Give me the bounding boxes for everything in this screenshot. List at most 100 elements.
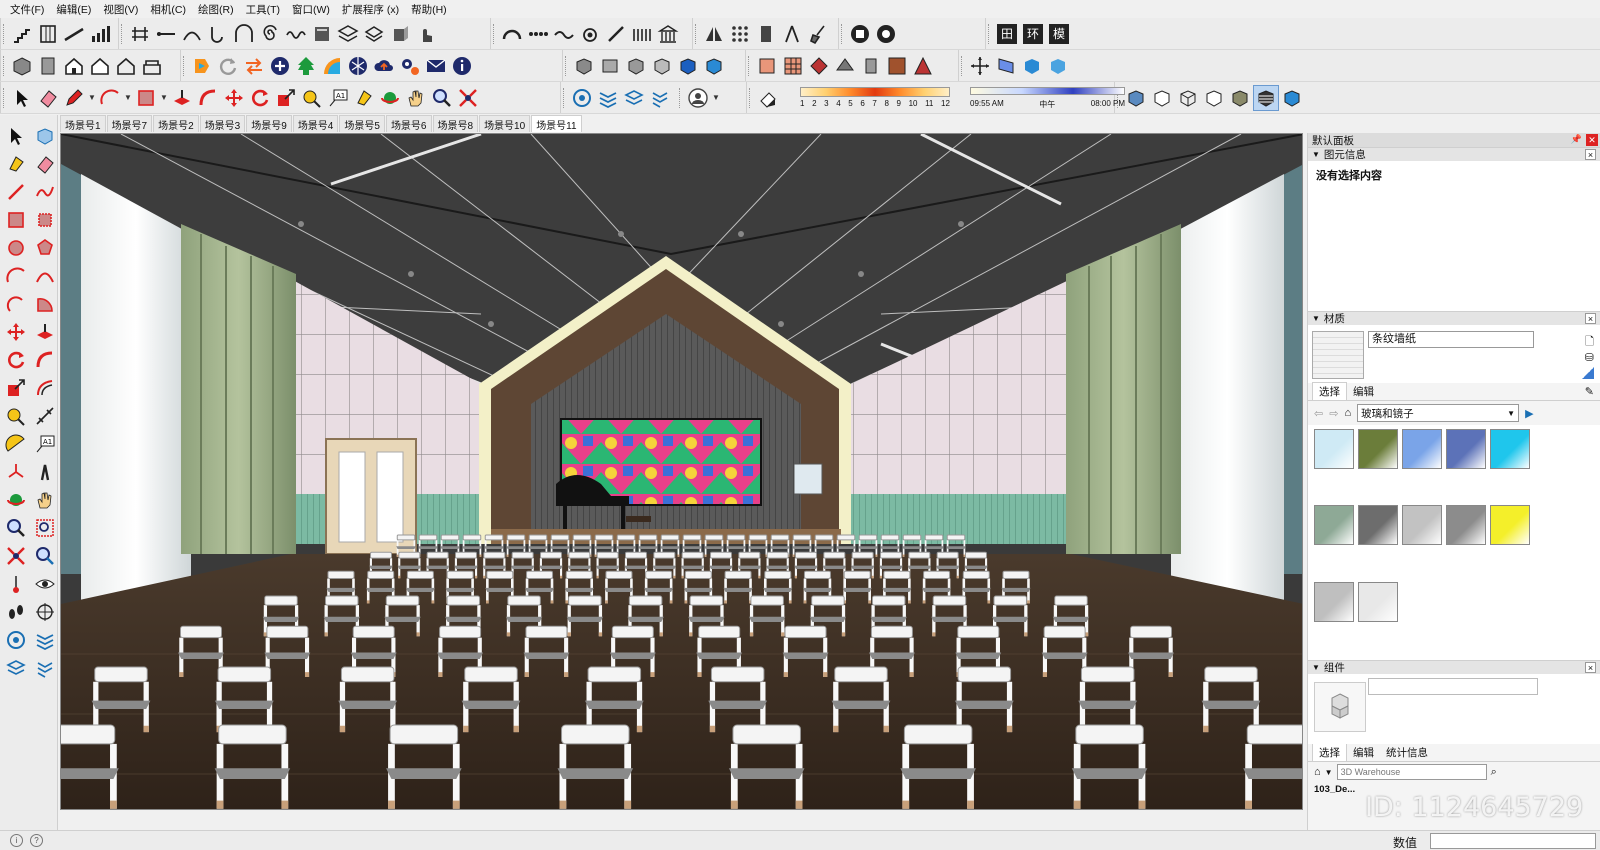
warehouse-icon[interactable] (2, 627, 29, 653)
plugin-round-icon-1[interactable] (847, 21, 873, 47)
book-icon[interactable] (309, 21, 335, 47)
search-icon[interactable]: ⌕ (1491, 766, 1497, 779)
tab-edit[interactable]: 编辑 (1347, 383, 1380, 400)
sample-paint-icon[interactable] (1582, 367, 1594, 379)
shaded-icon[interactable] (1227, 85, 1253, 111)
texture-icon-6[interactable] (884, 53, 910, 79)
compass-icon[interactable] (779, 21, 805, 47)
paint-default-icon[interactable]: ⛁ (1585, 351, 1594, 364)
share-model-icon[interactable] (2, 655, 29, 681)
share-component-icon[interactable] (647, 85, 673, 111)
materials-header[interactable]: ▼ 材质 × (1308, 311, 1600, 325)
hidden-line-icon[interactable] (1201, 85, 1227, 111)
beam-icon[interactable] (127, 21, 153, 47)
protractor-icon[interactable] (2, 431, 29, 457)
colorful-plugin-icon[interactable] (189, 53, 215, 79)
scene-tab[interactable]: 场景号4 (292, 115, 339, 132)
texture-icon-3[interactable] (806, 53, 832, 79)
line-icon[interactable] (2, 179, 29, 205)
home-left-icon[interactable] (139, 53, 165, 79)
bar-graph-icon[interactable] (87, 21, 113, 47)
pencil-icon[interactable] (61, 85, 87, 111)
tab-select[interactable]: 选择 (1312, 382, 1347, 400)
share-model-icon[interactable] (621, 85, 647, 111)
paint-bucket-icon[interactable] (2, 151, 29, 177)
circle-icon[interactable] (2, 235, 29, 261)
warehouse-icon[interactable] (569, 85, 595, 111)
eyedropper-icon[interactable]: ✎ (1585, 385, 1594, 398)
spiral-icon[interactable] (257, 21, 283, 47)
material-swatch[interactable] (1490, 429, 1530, 469)
plugin-round-icon-2[interactable] (873, 21, 899, 47)
round-arc-icon[interactable] (499, 21, 525, 47)
tab-statistics[interactable]: 统计信息 (1380, 744, 1434, 761)
material-swatch[interactable] (1358, 429, 1398, 469)
mirror-icon[interactable] (701, 21, 727, 47)
move-icon[interactable] (221, 85, 247, 111)
back-edges-icon[interactable] (1149, 85, 1175, 111)
arrows-swap-icon[interactable] (241, 53, 267, 79)
paint-bucket-icon[interactable] (754, 53, 780, 79)
box-view-icon-5[interactable] (675, 53, 701, 79)
curve-icon[interactable] (179, 21, 205, 47)
zoom-extents-icon[interactable] (455, 85, 481, 111)
zoom-window-icon[interactable] (31, 515, 58, 541)
previous-view-icon[interactable] (31, 543, 58, 569)
wireframe-icon[interactable] (1175, 85, 1201, 111)
model-viewport[interactable] (60, 133, 1303, 810)
menu-extensions[interactable]: 扩展程序 (x) (336, 2, 405, 17)
close-panel-icon[interactable]: × (1585, 149, 1596, 160)
arch-icon[interactable] (231, 21, 257, 47)
texture-icon-4[interactable] (832, 53, 858, 79)
extrude-icon[interactable] (387, 21, 413, 47)
grid-dots-icon[interactable] (727, 21, 753, 47)
cube-blue-icon-2[interactable] (1045, 53, 1071, 79)
menu-edit[interactable]: 编辑(E) (50, 2, 97, 17)
ramp-icon[interactable] (61, 21, 87, 47)
material-swatch[interactable] (1314, 505, 1354, 546)
current-material-swatch[interactable] (1312, 331, 1364, 379)
comb-icon[interactable] (629, 21, 655, 47)
mail-icon[interactable] (423, 53, 449, 79)
arc-tool-icon[interactable] (97, 85, 123, 111)
select-arrow-icon[interactable] (9, 85, 35, 111)
tilde-icon[interactable] (551, 21, 577, 47)
arc-dropdown-icon[interactable]: ▼ (123, 85, 133, 111)
scene-tab[interactable]: 场景号1 (60, 115, 106, 132)
position-camera-icon[interactable] (2, 571, 29, 597)
scale-icon[interactable] (273, 85, 299, 111)
orbit-icon[interactable] (377, 85, 403, 111)
cloud-upload-icon[interactable] (371, 53, 397, 79)
rotate-icon[interactable] (247, 85, 273, 111)
menu-camera[interactable]: 相机(C) (144, 2, 192, 17)
menu-window[interactable]: 窗口(W) (286, 2, 336, 17)
components-header[interactable]: ▼ 组件 × (1308, 660, 1600, 674)
orbit-icon[interactable] (2, 487, 29, 513)
wave-icon[interactable] (283, 21, 309, 47)
tab-select[interactable]: 选择 (1312, 743, 1347, 761)
tree-icon[interactable] (293, 53, 319, 79)
paint-icon[interactable] (351, 85, 377, 111)
rectangle-icon[interactable] (2, 207, 29, 233)
offset-icon[interactable] (31, 375, 58, 401)
create-material-icon[interactable]: 🗋 (1585, 333, 1594, 352)
details-arrow-icon[interactable]: ▶ (1525, 407, 1533, 420)
layers-icon[interactable] (335, 21, 361, 47)
scene-tab[interactable]: 场景号8 (432, 115, 479, 132)
broom-icon[interactable] (805, 21, 831, 47)
menu-view[interactable]: 视图(V) (97, 2, 144, 17)
zoom-icon[interactable] (429, 85, 455, 111)
walk-icon[interactable] (2, 599, 29, 625)
section-plane-icon[interactable] (31, 599, 58, 625)
hand-pointer-icon[interactable] (413, 21, 439, 47)
month-slider[interactable] (800, 87, 950, 97)
profile-dropdown-icon[interactable]: ▼ (711, 85, 721, 111)
axes-icon[interactable] (967, 53, 993, 79)
3d-text-icon[interactable] (31, 459, 58, 485)
home-icon[interactable]: ⌂ (1314, 766, 1321, 778)
material-swatch[interactable] (1446, 505, 1486, 546)
profile-icon[interactable] (685, 85, 711, 111)
menu-file[interactable]: 文件(F) (4, 2, 50, 17)
box-view-icon-4[interactable] (649, 53, 675, 79)
scene-tab[interactable]: 场景号7 (106, 115, 153, 132)
